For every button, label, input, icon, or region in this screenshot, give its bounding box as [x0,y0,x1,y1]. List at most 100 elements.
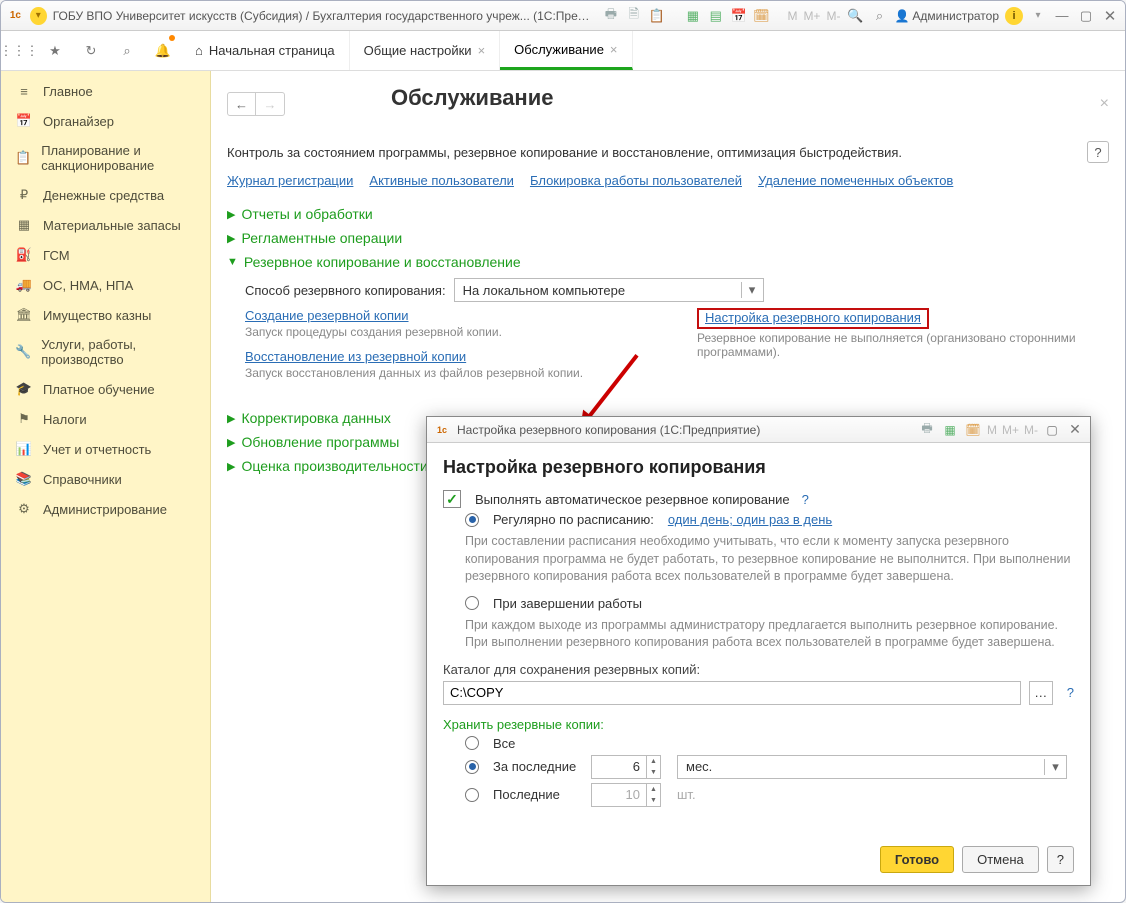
tab-close-icon[interactable]: × [610,42,618,57]
help-link-icon[interactable]: ? [802,492,809,507]
browse-button[interactable]: … [1029,681,1053,705]
dropdown-icon[interactable]: ▾ [30,7,47,25]
sidebar-item-label: Налоги [43,412,87,427]
calc-icon[interactable]: ▦ [684,7,701,25]
table-icon[interactable]: ▤ [707,7,724,25]
sidebar-item-taxes[interactable]: ⚑Налоги [1,404,210,434]
keep-last-n-input[interactable]: 6▲▼ [591,755,661,779]
link-backup-settings[interactable]: Настройка резервного копирования [705,310,921,325]
sidebar-item-services[interactable]: 🔧Услуги, работы, производство [1,330,210,374]
sidebar-item-planning[interactable]: 📋Планирование и санкционирование [1,136,210,180]
link-active-users[interactable]: Активные пользователи [369,173,514,188]
chevron-right-icon: ▶ [227,232,235,245]
print-icon[interactable]: 🖶 [602,7,619,25]
maximize-icon[interactable]: ▢ [1043,421,1061,439]
nav-back-icon[interactable]: ← [228,93,256,115]
user-name: Администратор [912,9,999,23]
zoom-in-icon[interactable]: 🔍 [846,7,864,25]
cancel-button[interactable]: Отмена [962,846,1039,873]
favorite-icon[interactable]: ★ [37,31,73,70]
nav-forward-icon[interactable]: → [256,93,284,115]
keep-last-unit-select[interactable]: мес.▾ [677,755,1067,779]
sidebar-item-paid-edu[interactable]: 🎓Платное обучение [1,374,210,404]
dropdown-arrow-icon[interactable]: ▾ [741,282,763,298]
keep-n-input[interactable]: 10▲▼ [591,783,661,807]
section-reglament[interactable]: ▶Регламентные операции [227,230,1109,246]
spin-down-icon[interactable]: ▼ [647,795,660,806]
calendar-icon[interactable]: 📅 [730,7,747,25]
close-window-icon[interactable]: ✕ [1101,7,1119,25]
auto-backup-checkbox[interactable]: ✓ [443,490,461,508]
apps-icon[interactable]: ⋮⋮⋮ [1,31,37,70]
info-icon[interactable]: i [1005,7,1023,25]
section-backup[interactable]: ▼Резервное копирование и восстановление [227,254,1109,270]
sidebar-item-admin[interactable]: ⚙Администрирование [1,494,210,524]
calendar2-icon[interactable]: 🗓 [753,7,770,25]
link-block-users[interactable]: Блокировка работы пользователей [530,173,742,188]
sidebar-item-materials[interactable]: ▦Материальные запасы [1,210,210,240]
sidebar-item-label: Услуги, работы, производство [41,337,196,367]
close-icon[interactable]: ✕ [1066,421,1084,439]
sidebar-item-main[interactable]: ≡Главное [1,77,210,106]
radio-on-exit[interactable] [465,596,479,610]
sidebar-item-money[interactable]: ₽Денежные средства [1,180,210,210]
search-icon[interactable]: ⌕ [109,31,145,70]
save-icon[interactable]: 🗎 [625,7,642,25]
sidebar: ≡Главное 📅Органайзер 📋Планирование и сан… [1,71,211,902]
section-reports[interactable]: ▶Отчеты и обработки [227,206,1109,222]
radio-keep-all[interactable] [465,736,479,750]
maximize-icon[interactable]: ▢ [1077,7,1095,25]
schedule-link[interactable]: один день; один раз в день [668,512,832,527]
page-close-icon[interactable]: × [1100,95,1109,113]
sidebar-item-treasury[interactable]: 🏛Имущество казны [1,300,210,330]
spin-up-icon[interactable]: ▲ [647,756,660,767]
tab-home[interactable]: ⌂Начальная страница [181,31,350,70]
zoom-loupe-icon[interactable]: ⌕ [870,7,888,25]
sidebar-item-catalogs[interactable]: 📚Справочники [1,464,210,494]
link-create-backup[interactable]: Создание резервной копии [245,308,657,323]
ok-button[interactable]: Готово [880,846,954,873]
m-clear[interactable]: M [787,9,797,23]
dropdown2-icon[interactable]: ▾ [1029,7,1047,25]
tab-general-settings[interactable]: Общие настройки × [350,31,501,70]
radio-keep-last[interactable] [465,760,479,774]
dir-help-icon[interactable]: ? [1067,685,1074,700]
print-icon[interactable]: 🖶 [918,421,936,439]
sidebar-item-accounting[interactable]: 📊Учет и отчетность [1,434,210,464]
tab-maintenance[interactable]: Обслуживание× [500,31,632,70]
clipboard-icon[interactable]: 📋 [648,7,665,25]
sidebar-item-os[interactable]: 🚚ОС, НМА, НПА [1,270,210,300]
m-minus[interactable]: M- [1024,423,1038,437]
m-plus[interactable]: M+ [803,9,820,23]
history-icon[interactable]: ↻ [73,31,109,70]
sidebar-item-gsm[interactable]: ⛽ГСМ [1,240,210,270]
link-restore-backup[interactable]: Восстановление из резервной копии [245,349,657,364]
table-icon[interactable]: ▦ [941,421,959,439]
spin-down-icon[interactable]: ▼ [647,767,660,778]
notification-dot [169,35,175,41]
user-badge[interactable]: 👤Администратор [894,9,999,23]
link-log[interactable]: Журнал регистрации [227,173,353,188]
tab-label: Общие настройки [364,43,472,58]
m-minus[interactable]: M- [826,9,840,23]
notifications-icon[interactable]: 🔔 [145,31,181,70]
radio-schedule[interactable] [465,513,479,527]
dir-input[interactable] [443,681,1021,705]
link-delete-marked[interactable]: Удаление помеченных объектов [758,173,953,188]
calendar-icon[interactable]: 🗓 [964,421,982,439]
m-plus[interactable]: M+ [1002,423,1019,437]
sidebar-item-label: Администрирование [43,502,167,517]
radio-keep-n[interactable] [465,788,479,802]
help-button[interactable]: ? [1047,846,1074,873]
m-clear[interactable]: M [987,423,997,437]
method-select[interactable]: На локальном компьютере ▾ [454,278,764,302]
dropdown-arrow-icon[interactable]: ▾ [1044,759,1066,775]
accounting-icon: 📊 [15,441,33,457]
page-help-button[interactable]: ? [1087,141,1109,163]
spin-up-icon[interactable]: ▲ [647,784,660,795]
tab-close-icon[interactable]: × [478,43,486,58]
spin-value: 6 [592,759,646,774]
popup-body: Настройка резервного копирования ✓ Выпол… [427,443,1090,821]
sidebar-item-organizer[interactable]: 📅Органайзер [1,106,210,136]
minimize-icon[interactable]: — [1053,7,1071,25]
